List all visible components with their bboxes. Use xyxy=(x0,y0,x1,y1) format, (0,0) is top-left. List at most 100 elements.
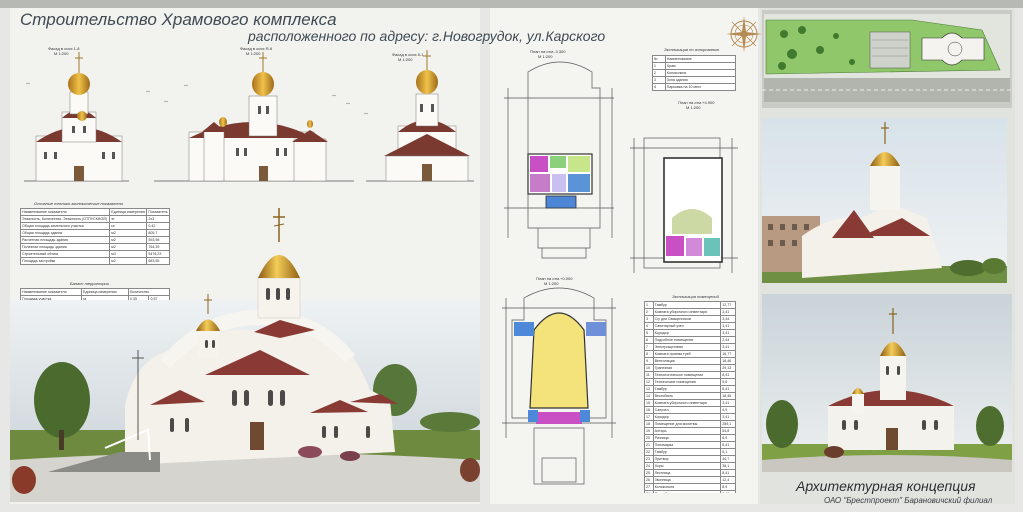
table-cell: 8,9 xyxy=(720,434,736,442)
table-cell: Вестибюль xyxy=(652,392,722,400)
table-cell: 8,41 xyxy=(720,371,736,379)
table-row: 28Подсобное помещение8,41 xyxy=(644,490,736,493)
table-cell: 9 xyxy=(644,357,654,365)
table-cell: 3,41 xyxy=(720,399,736,407)
table-cell: Коридор xyxy=(652,329,722,337)
table-row: 21 Пономарка 8,41 xyxy=(644,441,736,449)
elevation-2 xyxy=(188,52,328,182)
table-cell: 17 xyxy=(644,413,654,421)
table-cell: 16,77 xyxy=(720,350,736,358)
table-cell: Трапезная xyxy=(652,364,722,372)
table-row: 10 Трапезная 29,13 xyxy=(644,364,736,372)
table-row: 2 Колокольня xyxy=(652,69,737,77)
table-cell: 1 xyxy=(644,301,654,309)
board-subtitle: расположенного по адресу: г.Новогрудок, … xyxy=(248,28,606,44)
table-cell: 12,77 xyxy=(720,301,736,309)
table-cell: 3,41 xyxy=(720,329,736,337)
table-cell: Вентиляция xyxy=(652,357,722,365)
presentation-board: Строительство Храмового комплекса распол… xyxy=(0,0,1023,512)
main-render xyxy=(10,208,480,502)
table-cell: 16 xyxy=(644,406,654,414)
table-cell: Хоры xyxy=(652,462,722,470)
table-row: 16 Санузел 4,9 xyxy=(644,406,736,414)
table-row: 18 Помещение для молитвы 289,1 xyxy=(644,420,736,428)
table-cell: 15 xyxy=(644,399,654,407)
table-cell: 12 xyxy=(644,378,654,386)
elevation-3 xyxy=(384,50,470,182)
table-cell: 18,46 xyxy=(720,357,736,365)
table-row: 13 Тамбур 8,41 xyxy=(644,385,736,393)
table-row: 11 Технологическое помещение 8,41 xyxy=(644,371,736,379)
table-row: 2 Комната уборочного инвентаря 3,41 xyxy=(644,308,736,316)
table-cell: 3,41 xyxy=(720,322,736,330)
table-cell: 3,41 xyxy=(720,308,736,316)
table-cell: Санитарный узел xyxy=(652,322,722,330)
table-cell: 6 xyxy=(644,336,654,344)
table-cell: Тамбур xyxy=(652,448,722,456)
table-row: 8 Комната приема треб 16,77 xyxy=(644,350,736,358)
table-cell: С/у для Священников xyxy=(652,315,722,323)
table-cell: 28 xyxy=(644,490,654,493)
render-photo-2 xyxy=(762,294,1012,472)
table-row: 4 Санитарный узел 3,41 xyxy=(644,322,736,330)
table-cell: 27 xyxy=(644,483,654,491)
table-row: 27 Колокольня 8,9 xyxy=(644,483,736,491)
site-plan xyxy=(762,10,1012,108)
table-cell: Санузел xyxy=(652,406,722,414)
table-row: 15 Комната уборочного инвентаря 3,41 xyxy=(644,399,736,407)
table-cell: 13 xyxy=(644,385,654,393)
table-cell: 5,6 xyxy=(720,378,736,386)
table-cell: 289,1 xyxy=(720,420,736,428)
table-cell: 18 xyxy=(644,420,654,428)
table-cell: Тамбур xyxy=(652,301,722,309)
table-cell: 7 xyxy=(644,343,654,351)
table-cell: 23 xyxy=(644,455,654,463)
table-cell: 3,41 xyxy=(720,413,736,421)
table-cell: Ризница xyxy=(652,434,722,442)
table-cell: 4,9 xyxy=(720,406,736,414)
table-row: 26 Звонница 12,4 xyxy=(644,476,736,484)
render-photo-1 xyxy=(762,118,1007,283)
organization-name: ОАО "Брестпроект" Барановичский филиал xyxy=(824,496,993,505)
table-cell: Лестница xyxy=(652,469,722,477)
table-cell: 11 xyxy=(644,371,654,379)
table-cell: Коридор xyxy=(652,413,722,421)
table-cell: Технологическое помещение xyxy=(652,371,722,379)
table-cell: 54,8 xyxy=(720,427,736,435)
table-cell: Подсобное помещение xyxy=(652,336,722,344)
table-cell: Подсобное помещение xyxy=(652,490,722,493)
elevation-1 xyxy=(35,52,123,182)
table-cell: Тамбур xyxy=(652,385,722,393)
table-cell: 18,46 xyxy=(720,392,736,400)
table-cell: Комната уборочного инвентаря xyxy=(652,399,722,407)
table-cell: 3,44 xyxy=(720,315,736,323)
table-row: 4 Парковка на 10 мест xyxy=(652,83,737,91)
table-row: 3 С/у для Священников 3,44 xyxy=(644,315,736,323)
zones-table: № Наименование 1 Храм 2 Колокольня 3 Зона зд… xyxy=(652,55,737,91)
table-cell: Звонница xyxy=(652,476,722,484)
table-cell: 5 xyxy=(644,329,654,337)
table-cell: 24 xyxy=(644,462,654,470)
table-cell: 4 xyxy=(644,322,654,330)
table-row: 1 Тамбур 12,77 xyxy=(644,301,736,309)
compass-icon xyxy=(726,16,762,52)
elevations-drawing xyxy=(24,50,474,182)
table-cell: 8,41 xyxy=(720,385,736,393)
rooms-table: 1 Тамбур 12,77 2 Комната уборочного инвентар… xyxy=(644,301,736,493)
table-row: 22 Тамбур 6,1 xyxy=(644,448,736,456)
table-cell: 8,41 xyxy=(720,469,736,477)
table-cell: 8,9 xyxy=(720,483,736,491)
table-cell: 26 xyxy=(644,476,654,484)
table-cell: 14 xyxy=(644,392,654,400)
table-cell: Помещение для молитвы xyxy=(652,420,722,428)
table-cell: Электрощитовая xyxy=(652,343,722,351)
table-cell: 20 xyxy=(644,434,654,442)
table-cell: Пономарка xyxy=(652,441,722,449)
table-row: 17 Коридор 3,41 xyxy=(644,413,736,421)
table-cell: Колокольня xyxy=(652,483,722,491)
table-cell: 6,1 xyxy=(720,448,736,456)
table-row: 14 Вестибюль 18,46 xyxy=(644,392,736,400)
table-cell: 8 xyxy=(644,350,654,358)
table-cell: Алтарь xyxy=(652,427,722,435)
rooms-table-grid: 1 Тамбур 12,77 2 Комната уборочного инвентар… xyxy=(644,301,736,493)
